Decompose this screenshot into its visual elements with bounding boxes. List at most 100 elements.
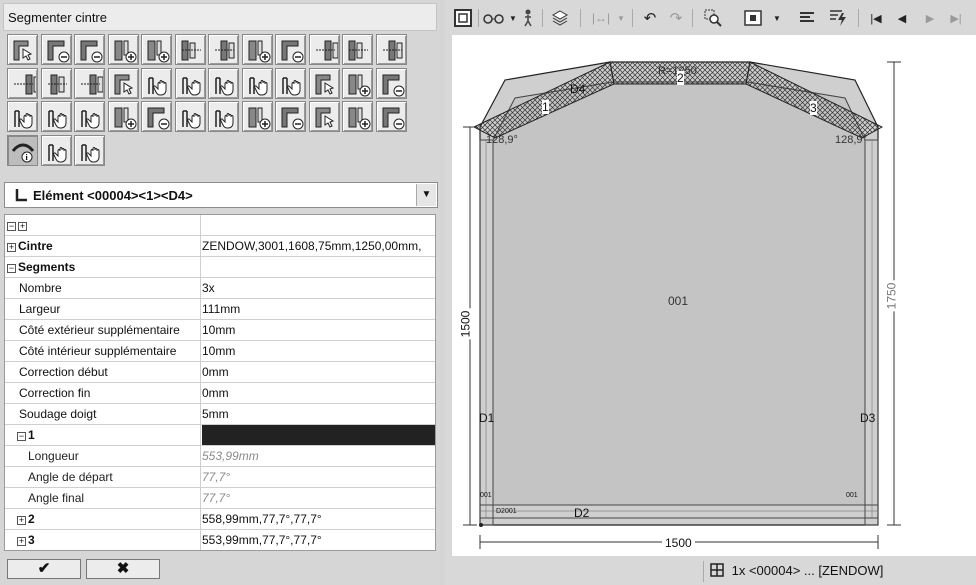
glasses-dropdown-icon[interactable]: ▼ bbox=[508, 5, 518, 31]
segment-info-icon[interactable]: i bbox=[7, 134, 38, 166]
split-add-icon[interactable] bbox=[107, 34, 139, 65]
property-row[interactable]: Angle de départ 77,7° bbox=[5, 467, 435, 488]
expand-all-icon[interactable]: + bbox=[18, 222, 27, 231]
frame-remove-icon[interactable] bbox=[375, 67, 407, 99]
bar-add-icon[interactable] bbox=[342, 101, 373, 132]
collapse-icon[interactable]: − bbox=[17, 432, 26, 441]
mullion-edit-icon[interactable] bbox=[74, 67, 105, 99]
frame-select-icon[interactable] bbox=[107, 67, 139, 99]
move-hand-3-icon[interactable] bbox=[208, 67, 239, 99]
property-header-row[interactable]: − + bbox=[5, 215, 435, 236]
part-remove-icon[interactable] bbox=[275, 34, 306, 65]
property-row[interactable]: −1 bbox=[5, 425, 435, 446]
property-value[interactable]: 0mm bbox=[202, 362, 435, 382]
connect-add-icon[interactable] bbox=[241, 34, 273, 65]
property-value[interactable]: 77,7° bbox=[202, 467, 435, 487]
drawing-canvas[interactable]: 001 1500 1500 1750 128,9° 128,9° R=1250 … bbox=[452, 35, 976, 556]
profile-point-3-icon[interactable] bbox=[40, 67, 72, 99]
property-row[interactable]: − Segments bbox=[5, 257, 435, 278]
grid-hand-4-icon[interactable] bbox=[174, 101, 206, 132]
grid-hand-6-icon[interactable] bbox=[74, 134, 105, 166]
bar-edit-icon[interactable] bbox=[208, 34, 239, 65]
collapse-all-icon[interactable]: − bbox=[7, 222, 16, 231]
move-hand-4-icon[interactable] bbox=[241, 67, 273, 99]
join-add-icon[interactable] bbox=[107, 101, 139, 132]
select-frame-icon[interactable] bbox=[742, 5, 764, 31]
chevron-down-icon[interactable]: ▼ bbox=[416, 184, 436, 206]
property-value[interactable]: 3x bbox=[202, 278, 435, 298]
property-value[interactable]: 553,99mm,77,7°,77,7° bbox=[202, 530, 435, 550]
bar-edit-2-icon[interactable] bbox=[7, 67, 38, 99]
property-row[interactable]: Angle final 77,7° bbox=[5, 488, 435, 509]
property-value[interactable] bbox=[202, 257, 435, 277]
grid-hand-5-icon[interactable] bbox=[208, 101, 239, 132]
property-row[interactable]: +2 558,99mm,77,7°,77,7° bbox=[5, 509, 435, 530]
grid-hand-3-icon[interactable] bbox=[74, 101, 105, 132]
property-value[interactable]: 5mm bbox=[202, 404, 435, 424]
ok-button[interactable]: ✔ bbox=[7, 559, 81, 579]
property-row[interactable]: Côté intérieur supplémentaire 10mm bbox=[5, 341, 435, 362]
profile-point-icon[interactable] bbox=[308, 34, 340, 65]
property-row[interactable]: Soudage doigt 5mm bbox=[5, 404, 435, 425]
property-value[interactable]: 10mm bbox=[202, 341, 435, 361]
element-select[interactable]: Elément <00004><1><D4> ▼ bbox=[4, 182, 438, 208]
expand-icon[interactable]: + bbox=[17, 537, 26, 546]
layers-icon[interactable] bbox=[550, 5, 570, 31]
property-value[interactable]: 77,7° bbox=[202, 488, 435, 508]
property-value[interactable]: ZENDOW,3001,1608,75mm,1250,00mm, bbox=[202, 236, 435, 256]
corner-remove-icon[interactable] bbox=[40, 34, 72, 65]
grid-hand-icon[interactable] bbox=[7, 101, 38, 132]
corner-select-icon[interactable] bbox=[7, 34, 38, 65]
move-hand-icon[interactable] bbox=[141, 67, 172, 99]
axis-hand-icon[interactable] bbox=[40, 134, 72, 166]
property-value[interactable]: 558,99mm,77,7°,77,7° bbox=[202, 509, 435, 529]
measure-dropdown-icon[interactable]: ▼ bbox=[616, 5, 626, 31]
prev-icon[interactable]: ◀ bbox=[892, 5, 912, 31]
move-hand-2-icon[interactable] bbox=[174, 67, 206, 99]
bar-select-icon[interactable] bbox=[308, 101, 340, 132]
join-remove-2-icon[interactable] bbox=[275, 101, 306, 132]
collapse-icon[interactable]: − bbox=[7, 264, 16, 273]
person-icon[interactable] bbox=[520, 5, 536, 31]
join-remove-icon[interactable] bbox=[141, 101, 172, 132]
lightning-icon[interactable] bbox=[826, 5, 850, 31]
property-value[interactable] bbox=[202, 215, 435, 235]
last-icon[interactable]: ▶| bbox=[946, 5, 966, 31]
property-value[interactable]: 10mm bbox=[202, 320, 435, 340]
property-value[interactable]: 111mm bbox=[202, 299, 435, 319]
property-value[interactable]: 0mm bbox=[202, 383, 435, 403]
split-add-2-icon[interactable] bbox=[141, 34, 172, 65]
undo-icon[interactable]: ↶ bbox=[640, 5, 660, 31]
view-mode-icon[interactable] bbox=[452, 5, 474, 31]
property-row[interactable]: Largeur 111mm bbox=[5, 299, 435, 320]
property-value[interactable] bbox=[202, 425, 435, 445]
property-value[interactable]: 553,99mm bbox=[202, 446, 435, 466]
double-bar-icon[interactable] bbox=[375, 34, 407, 65]
zoom-icon[interactable] bbox=[702, 5, 724, 31]
cancel-button[interactable]: ✖ bbox=[86, 559, 160, 579]
property-row[interactable]: Correction début 0mm bbox=[5, 362, 435, 383]
frame-edit-icon[interactable] bbox=[174, 34, 206, 65]
expand-icon[interactable]: + bbox=[17, 516, 26, 525]
profile-point-2-icon[interactable] bbox=[342, 34, 373, 65]
move-hand-5-icon[interactable] bbox=[275, 67, 306, 99]
property-row[interactable]: Correction fin 0mm bbox=[5, 383, 435, 404]
join-add-2-icon[interactable] bbox=[241, 101, 273, 132]
frame-select-2-icon[interactable] bbox=[308, 67, 340, 99]
property-row[interactable]: Côté extérieur supplémentaire 10mm bbox=[5, 320, 435, 341]
next-icon[interactable]: ▶ bbox=[920, 5, 940, 31]
measure-icon[interactable]: |↔| bbox=[588, 5, 614, 31]
frame-add-icon[interactable] bbox=[342, 67, 373, 99]
property-row[interactable]: Longueur 553,99mm bbox=[5, 446, 435, 467]
property-row[interactable]: Nombre 3x bbox=[5, 278, 435, 299]
redo-icon[interactable]: ↷ bbox=[666, 5, 686, 31]
select-dropdown-icon[interactable]: ▼ bbox=[772, 5, 782, 31]
property-row[interactable]: + Cintre ZENDOW,3001,1608,75mm,1250,00mm, bbox=[5, 236, 435, 257]
first-icon[interactable]: |◀ bbox=[866, 5, 886, 31]
align-icon[interactable] bbox=[796, 5, 818, 31]
expand-icon[interactable]: + bbox=[7, 243, 16, 252]
grid-hand-2-icon[interactable] bbox=[40, 101, 72, 132]
profile-remove-icon[interactable] bbox=[74, 34, 105, 65]
glasses-icon[interactable] bbox=[482, 5, 506, 31]
property-row[interactable]: +3 553,99mm,77,7°,77,7° bbox=[5, 530, 435, 550]
